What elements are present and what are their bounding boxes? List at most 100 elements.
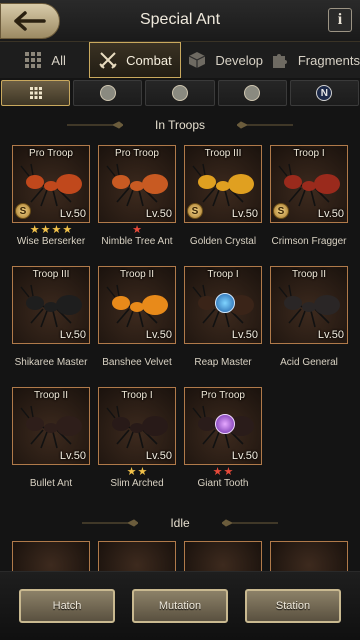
level-label: Lv.50 bbox=[145, 208, 172, 220]
mutation-button[interactable]: Mutation bbox=[132, 589, 228, 623]
section-idle: Idle bbox=[0, 516, 360, 530]
star-icon: ★ bbox=[223, 466, 234, 478]
infantry-icon bbox=[99, 85, 116, 101]
tab-develop-label: Develop bbox=[215, 52, 264, 68]
tab-fragments[interactable]: Fragments bbox=[270, 42, 360, 78]
ornament-right-icon bbox=[237, 121, 294, 129]
star-icon: ★ bbox=[51, 224, 62, 236]
type-filters: N bbox=[0, 80, 360, 106]
ornament-right-icon bbox=[221, 519, 278, 527]
ant-card-frame: Troop III Lv.50 bbox=[12, 266, 90, 344]
idle-ant-card[interactable] bbox=[12, 541, 90, 571]
ant-portrait bbox=[106, 405, 168, 449]
star-icon: ★ bbox=[126, 466, 137, 478]
star-rating bbox=[98, 346, 176, 357]
star-icon: ★ bbox=[29, 224, 40, 236]
idle-ant-card[interactable] bbox=[184, 541, 262, 571]
troop-label: Pro Troop bbox=[29, 148, 73, 159]
ant-card-frame: Troop II Lv.50 bbox=[98, 266, 176, 344]
ant-card[interactable]: Troop III Lv.50 S Golden Crystal bbox=[184, 145, 262, 247]
carrier-icon bbox=[244, 85, 261, 101]
ornament-left-icon bbox=[66, 121, 123, 129]
ant-card[interactable]: Pro Troop Lv.50 S ★ ★ ★ ★ Wise Berserker bbox=[12, 145, 90, 247]
star-icon: ★ bbox=[212, 466, 223, 478]
ant-card[interactable]: Troop II Lv.50 Banshee Velvet bbox=[98, 266, 176, 368]
neutral-icon: N bbox=[316, 85, 333, 101]
purple-gem-icon bbox=[215, 414, 235, 434]
filter-infantry[interactable] bbox=[73, 80, 143, 106]
shooter-icon bbox=[172, 85, 188, 101]
ant-card-frame: Troop II Lv.50 bbox=[270, 266, 348, 344]
filter-neutral[interactable]: N bbox=[289, 80, 360, 106]
crossed-swords-icon bbox=[99, 52, 117, 69]
ant-card[interactable]: Troop II Lv.50 Bullet Ant bbox=[12, 387, 90, 489]
blue-gem-icon bbox=[215, 293, 235, 313]
rank-badge-icon: S bbox=[15, 203, 31, 219]
ant-name: Golden Crystal bbox=[189, 236, 257, 247]
troop-label: Troop I bbox=[207, 269, 239, 280]
ant-card[interactable]: Troop I Lv.50 Reap Master bbox=[184, 266, 262, 368]
ant-name: Giant Tooth bbox=[197, 478, 249, 489]
grid-icon bbox=[25, 52, 42, 68]
star-rating: ★ ★ bbox=[184, 467, 262, 478]
idle-ant-card[interactable] bbox=[98, 541, 176, 571]
tab-develop[interactable]: Develop bbox=[181, 42, 270, 78]
ant-card-frame: Troop I Lv.50 bbox=[98, 387, 176, 465]
star-icon: ★ bbox=[132, 224, 142, 236]
ornament-left-icon bbox=[82, 519, 139, 527]
ant-name: Crimson Fragger bbox=[271, 236, 347, 247]
rank-badge-icon: S bbox=[187, 203, 203, 219]
star-rating bbox=[270, 225, 348, 236]
level-label: Lv.50 bbox=[231, 329, 258, 341]
level-label: Lv.50 bbox=[317, 329, 344, 341]
star-rating bbox=[12, 467, 90, 478]
level-label: Lv.50 bbox=[317, 208, 344, 220]
ant-card[interactable]: Troop II Lv.50 Acid General bbox=[270, 266, 348, 368]
star-rating bbox=[184, 346, 262, 357]
filter-shooter[interactable] bbox=[145, 80, 215, 106]
ant-card-frame: Pro Troop Lv.50 S bbox=[12, 145, 90, 223]
troop-label: Pro Troop bbox=[201, 390, 245, 401]
ant-card[interactable]: Troop I Lv.50 ★ ★ Slim Arched bbox=[98, 387, 176, 489]
ant-name: Wise Berserker bbox=[16, 236, 86, 247]
bottom-action-bar: Hatch Mutation Station bbox=[0, 571, 360, 640]
filter-carrier[interactable] bbox=[217, 80, 287, 106]
ant-card[interactable]: Troop III Lv.50 Shikaree Master bbox=[12, 266, 90, 368]
tab-combat-label: Combat bbox=[126, 52, 172, 68]
ant-portrait bbox=[192, 163, 254, 207]
section-in-troops: In Troops bbox=[0, 118, 360, 132]
troop-label: Troop III bbox=[204, 148, 242, 159]
ant-card-frame: Pro Troop Lv.50 bbox=[98, 145, 176, 223]
star-icon: ★ bbox=[137, 466, 148, 478]
level-label: Lv.50 bbox=[145, 329, 172, 341]
section-title: Idle bbox=[170, 516, 190, 530]
station-button[interactable]: Station bbox=[245, 589, 341, 623]
top-bar: Special Ant i bbox=[0, 0, 360, 42]
filter-all[interactable] bbox=[1, 80, 71, 106]
ant-name: Reap Master bbox=[194, 357, 252, 368]
rank-badge-icon: S bbox=[273, 203, 289, 219]
ant-card[interactable]: Troop I Lv.50 S Crimson Fragger bbox=[270, 145, 348, 247]
tab-fragments-label: Fragments bbox=[297, 52, 360, 68]
tab-combat[interactable]: Combat bbox=[89, 42, 181, 78]
ant-card[interactable]: Pro Troop Lv.50 ★ Nimble Tree Ant bbox=[98, 145, 176, 247]
idle-ant-card[interactable] bbox=[270, 541, 348, 571]
category-tabs: All Combat Develop Fragments bbox=[0, 42, 360, 78]
troop-label: Troop II bbox=[119, 269, 155, 280]
grid-icon bbox=[29, 87, 42, 99]
level-label: Lv.50 bbox=[231, 450, 258, 462]
hatch-button[interactable]: Hatch bbox=[19, 589, 115, 623]
tab-all[interactable]: All bbox=[0, 42, 89, 78]
level-label: Lv.50 bbox=[59, 329, 86, 341]
info-button[interactable]: i bbox=[328, 8, 352, 32]
ant-card-frame: Troop I Lv.50 bbox=[184, 266, 262, 344]
star-rating bbox=[270, 346, 348, 357]
ant-name: Bullet Ant bbox=[29, 478, 73, 489]
section-title: In Troops bbox=[154, 118, 206, 132]
level-label: Lv.50 bbox=[59, 208, 86, 220]
level-label: Lv.50 bbox=[145, 450, 172, 462]
troop-label: Troop I bbox=[293, 148, 325, 159]
star-rating: ★ ★ ★ ★ bbox=[12, 225, 90, 236]
ant-card[interactable]: Pro Troop Lv.50 ★ ★ Giant Tooth bbox=[184, 387, 262, 489]
page-title: Special Ant bbox=[139, 11, 221, 28]
